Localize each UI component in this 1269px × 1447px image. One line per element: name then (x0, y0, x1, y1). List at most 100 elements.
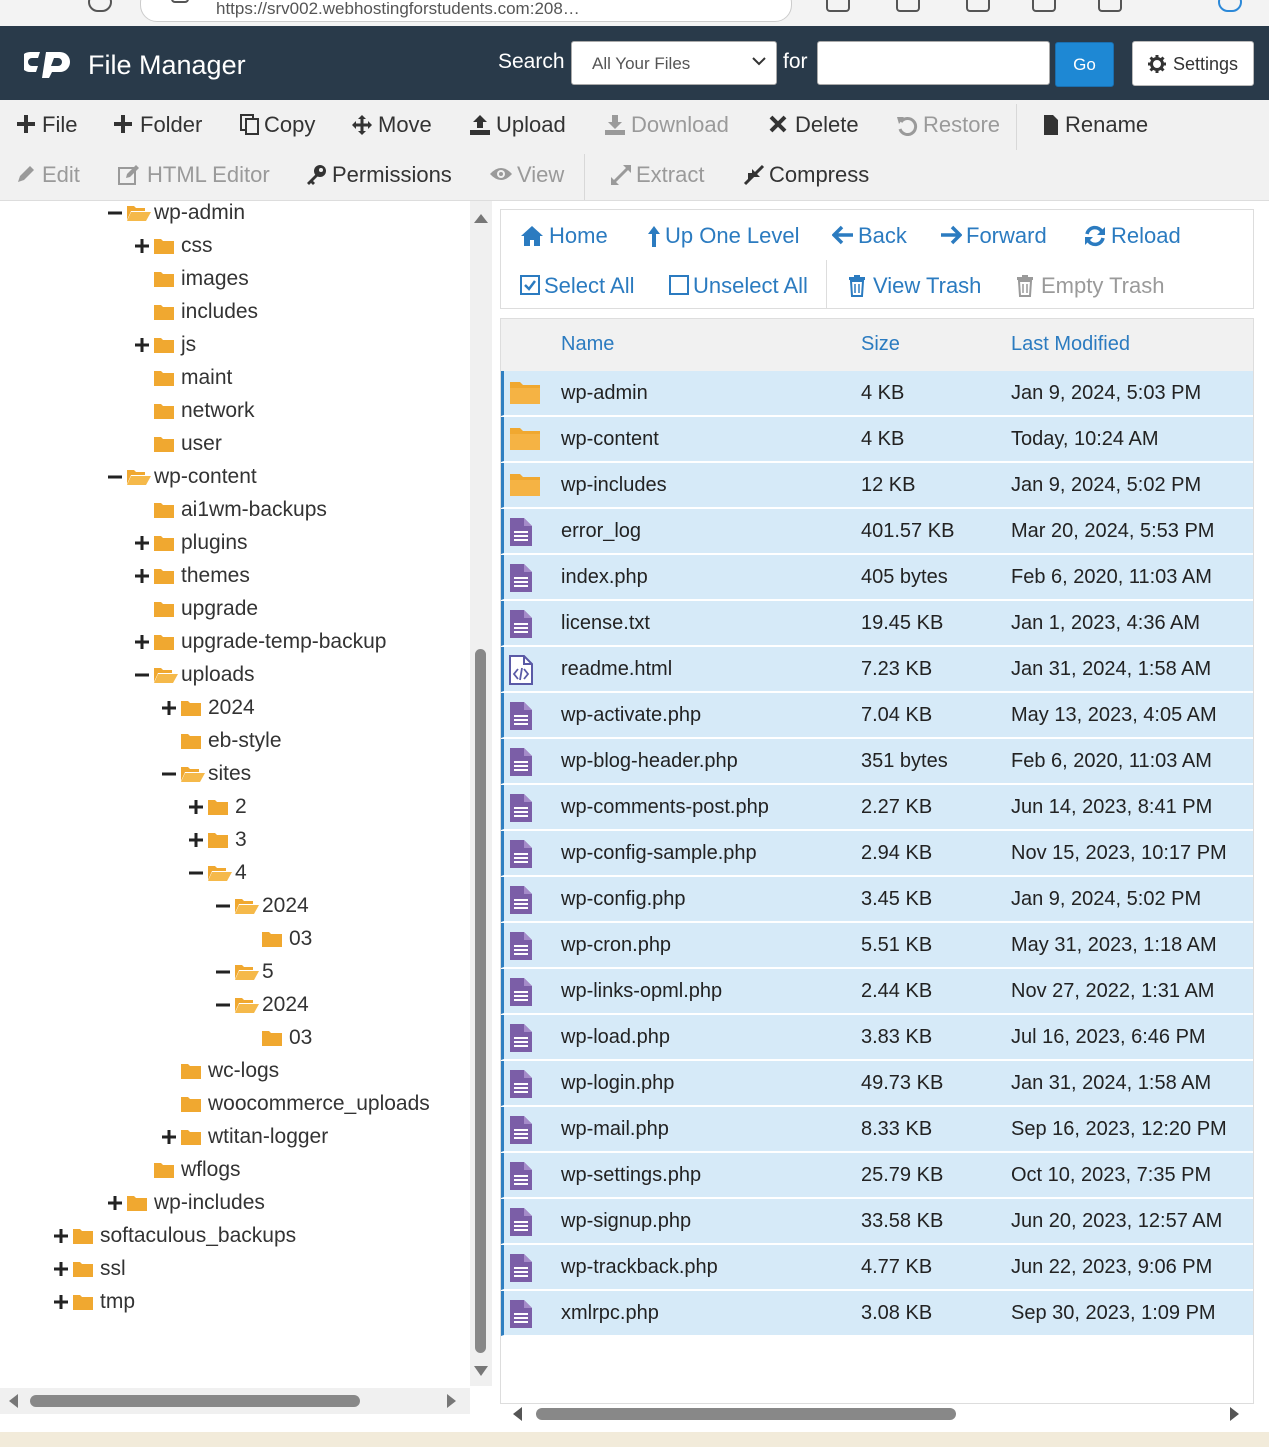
copilot-icon[interactable] (1218, 0, 1242, 12)
expand-plus-icon[interactable] (135, 536, 149, 550)
file-name[interactable]: wp-content (561, 428, 659, 451)
address-bar[interactable]: https://srv002.webhostingforstudents.com… (140, 0, 792, 22)
split-screen-icon[interactable] (896, 0, 920, 12)
file-name[interactable]: readme.html (561, 658, 672, 681)
new-folder-label: Folder (140, 112, 203, 137)
table-row[interactable]: license.txt 19.45 KB Jan 1, 2023, 4:36 AM (501, 601, 1253, 646)
table-row[interactable]: index.php 405 bytes Feb 6, 2020, 11:03 AM (501, 555, 1253, 600)
collapse-minus-icon[interactable] (108, 470, 122, 484)
table-row[interactable]: wp-config-sample.php 2.94 KB Nov 15, 2023,… (501, 831, 1253, 876)
scroll-up-arrow-icon[interactable] (474, 214, 488, 223)
expand-plus-icon[interactable] (162, 701, 176, 715)
folder-icon (261, 930, 283, 948)
file-name[interactable]: wp-cron.php (561, 934, 671, 957)
expand-plus-icon[interactable] (135, 569, 149, 583)
table-row[interactable]: readme.html 7.23 KB Jan 31, 2024, 1:58 AM (501, 647, 1253, 692)
table-row[interactable]: xmlrpc.php 3.08 KB Sep 30, 2023, 1:09 PM (501, 1291, 1253, 1336)
table-row[interactable]: wp-signup.php 33.58 KB Jun 20, 2023, 12:57… (501, 1199, 1253, 1244)
file-name[interactable]: wp-config-sample.php (561, 842, 757, 865)
table-row[interactable]: wp-content 4 KB Today, 10:24 AM (501, 417, 1253, 462)
collapse-minus-icon[interactable] (189, 866, 203, 880)
expand-plus-icon[interactable] (135, 239, 149, 253)
file-name[interactable]: error_log (561, 520, 641, 543)
collapse-minus-icon[interactable] (108, 206, 122, 220)
expand-plus-icon[interactable] (135, 635, 149, 649)
table-row[interactable]: wp-comments-post.php 2.27 KB Jun 14, 2023,… (501, 785, 1253, 830)
file-name[interactable]: license.txt (561, 612, 650, 635)
table-row[interactable]: wp-cron.php 5.51 KB May 31, 2023, 1:18 AM (501, 923, 1253, 968)
collapse-minus-icon[interactable] (216, 965, 230, 979)
undo-icon (896, 114, 918, 136)
file-name[interactable]: xmlrpc.php (561, 1302, 659, 1325)
compress-icon (743, 164, 765, 186)
column-header-last-modified[interactable]: Last Modified (1011, 333, 1130, 356)
column-header-size[interactable]: Size (861, 333, 900, 356)
search-input[interactable] (817, 41, 1050, 85)
file-name[interactable]: wp-comments-post.php (561, 796, 769, 819)
table-row[interactable]: wp-includes 12 KB Jan 9, 2024, 5:02 PM (501, 463, 1253, 508)
table-row[interactable]: wp-config.php 3.45 KB Jan 9, 2024, 5:02 PM (501, 877, 1253, 922)
collapse-minus-icon[interactable] (135, 668, 149, 682)
file-name[interactable]: wp-trackback.php (561, 1256, 718, 1279)
expand-plus-icon[interactable] (135, 338, 149, 352)
scroll-right-arrow-icon[interactable] (447, 1394, 456, 1408)
file-name[interactable]: wp-settings.php (561, 1164, 701, 1187)
file-name[interactable]: wp-login.php (561, 1072, 674, 1095)
tree-scroll-thumb[interactable] (475, 649, 486, 1353)
extensions-icon[interactable] (826, 0, 850, 12)
file-name[interactable]: wp-signup.php (561, 1210, 691, 1233)
settings-button[interactable]: Settings (1132, 41, 1254, 86)
reload-browser-icon[interactable] (88, 0, 112, 12)
file-name[interactable]: wp-includes (561, 474, 667, 497)
tree-node-label: upgrade (181, 597, 259, 620)
scroll-left-arrow-icon[interactable] (9, 1394, 18, 1408)
favorites-icon[interactable] (966, 0, 990, 12)
file-name[interactable]: wp-blog-header.php (561, 750, 738, 773)
scroll-right-arrow-icon[interactable] (1230, 1407, 1239, 1421)
tree-horizontal-scrollbar[interactable] (0, 1388, 470, 1414)
expand-plus-icon[interactable] (54, 1295, 68, 1309)
table-row[interactable]: wp-blog-header.php 351 bytes Feb 6, 2020, … (501, 739, 1253, 784)
file-name[interactable]: wp-mail.php (561, 1118, 669, 1141)
table-row[interactable]: error_log 401.57 KB Mar 20, 2024, 5:53 PM (501, 509, 1253, 554)
file-last-modified: Jun 20, 2023, 12:57 AM (1011, 1210, 1223, 1232)
file-name[interactable]: wp-admin (561, 382, 648, 405)
expand-plus-icon[interactable] (54, 1229, 68, 1243)
scroll-down-arrow-icon[interactable] (474, 1366, 488, 1376)
file-name[interactable]: wp-activate.php (561, 704, 701, 727)
table-row[interactable]: wp-login.php 49.73 KB Jan 31, 2024, 1:58 A… (501, 1061, 1253, 1106)
column-header-name[interactable]: Name (561, 333, 614, 356)
table-row[interactable]: wp-settings.php 25.79 KB Oct 10, 2023, 7:3… (501, 1153, 1253, 1198)
table-row[interactable]: wp-links-opml.php 2.44 KB Nov 27, 2022, 1:… (501, 969, 1253, 1014)
expand-plus-icon[interactable] (189, 800, 203, 814)
folder-icon (72, 1260, 94, 1278)
file-list-scroll-thumb[interactable] (536, 1408, 956, 1420)
tree-node-label: woocommerce_uploads (208, 1092, 430, 1115)
file-name[interactable]: wp-config.php (561, 888, 686, 911)
table-row[interactable]: wp-activate.php 7.04 KB May 13, 2023, 4:05… (501, 693, 1253, 738)
expand-plus-icon[interactable] (54, 1262, 68, 1276)
collections-icon[interactable] (1032, 0, 1056, 12)
browser-essentials-icon[interactable] (1098, 0, 1122, 12)
expand-plus-icon[interactable] (189, 833, 203, 847)
table-row[interactable]: wp-trackback.php 4.77 KB Jun 22, 2023, 9:0… (501, 1245, 1253, 1290)
scroll-left-arrow-icon[interactable] (513, 1407, 522, 1421)
collapse-minus-icon[interactable] (216, 998, 230, 1012)
collapse-minus-icon[interactable] (162, 767, 176, 781)
expand-plus-icon[interactable] (162, 1130, 176, 1144)
collapse-minus-icon[interactable] (216, 899, 230, 913)
expand-plus-icon[interactable] (108, 1196, 122, 1210)
go-button[interactable]: Go (1055, 42, 1114, 87)
table-row[interactable]: wp-admin 4 KB Jan 9, 2024, 5:03 PM (501, 371, 1253, 416)
table-row[interactable]: wp-load.php 3.83 KB Jul 16, 2023, 6:46 PM (501, 1015, 1253, 1060)
text-file-icon (509, 1023, 533, 1053)
tree-hscroll-thumb[interactable] (30, 1395, 360, 1407)
tree-vertical-scrollbar[interactable] (470, 201, 492, 1386)
table-row[interactable]: wp-mail.php 8.33 KB Sep 16, 2023, 12:20 PM (501, 1107, 1253, 1152)
file-name[interactable]: index.php (561, 566, 648, 589)
file-name[interactable]: wp-load.php (561, 1026, 670, 1049)
tree-node-label: maint (181, 366, 233, 389)
site-info-icon[interactable] (171, 0, 189, 3)
file-name[interactable]: wp-links-opml.php (561, 980, 722, 1003)
search-scope-select[interactable]: All Your Files (571, 41, 777, 85)
